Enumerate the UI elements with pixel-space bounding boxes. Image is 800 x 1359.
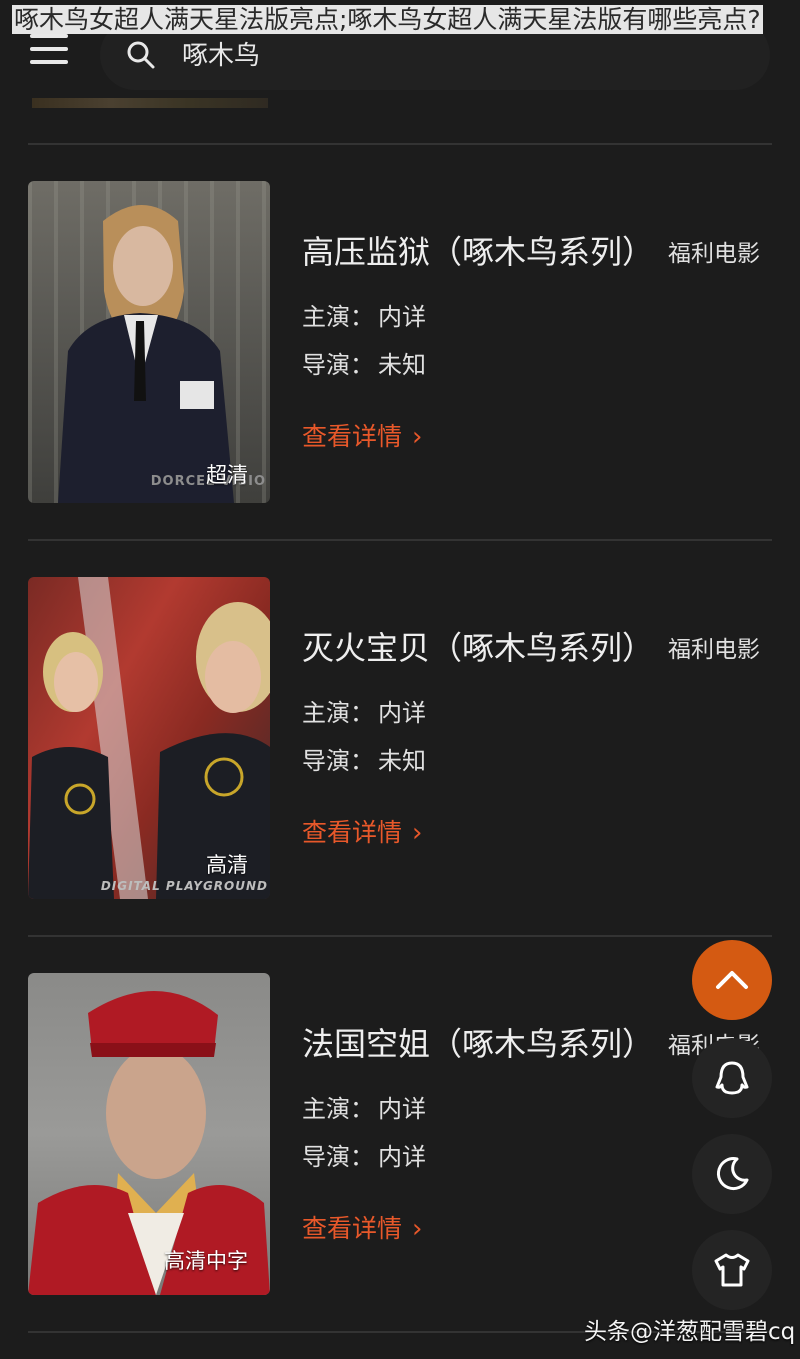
view-details-label: 查看详情 <box>302 818 403 847</box>
quality-badge: 超清 <box>206 463 248 487</box>
divider <box>28 143 772 145</box>
chevron-right-icon: › <box>412 818 423 848</box>
chevron-right-icon: › <box>412 1214 423 1244</box>
view-details-link[interactable]: 查看详情 › <box>302 1209 422 1245</box>
view-details-link[interactable]: 查看详情 › <box>302 813 422 849</box>
item-thumbnail[interactable]: DIGITAL PLAYGROUND 高清 <box>28 577 270 899</box>
director-value: 内详 <box>378 1143 426 1171</box>
cast-value: 内详 <box>378 699 426 727</box>
item-title[interactable]: 法国空姐（啄木鸟系列） <box>302 1019 657 1065</box>
thumb-watermark: DIGITAL PLAYGROUND <box>100 879 268 893</box>
view-details-link[interactable]: 查看详情 › <box>302 417 422 453</box>
menu-icon[interactable] <box>30 34 68 70</box>
item-title[interactable]: 灭火宝贝（啄木鸟系列） <box>302 623 657 669</box>
director-line: 导演： 未知 <box>302 345 426 380</box>
theme-button[interactable] <box>692 1230 772 1310</box>
divider <box>28 539 772 541</box>
qq-icon <box>715 1061 749 1095</box>
item-thumbnail[interactable]: DORCEL VISIO 超清 <box>28 181 270 503</box>
tshirt-icon <box>714 1253 750 1287</box>
view-details-label: 查看详情 <box>302 422 403 451</box>
woman-figure <box>58 205 234 503</box>
director-value: 未知 <box>378 351 426 379</box>
list-item[interactable]: 高清中字 法国空姐（啄木鸟系列） 福利电影 主演：内详 导演：内详 查看详情› <box>0 973 800 1303</box>
director-label: 导演： <box>302 351 374 379</box>
director-line: 导演： 内详 <box>302 1137 426 1172</box>
cast-value: 内详 <box>378 1095 426 1123</box>
director-value: 未知 <box>378 747 426 775</box>
search-icon[interactable] <box>126 40 156 70</box>
director-label: 导演： <box>302 747 374 775</box>
title-overlay-text: 啄木鸟女超人满天星法版亮点;啄木鸟女超人满天星法版有哪些亮点? <box>12 5 763 34</box>
cast-line: 主演： 内详 <box>302 1089 426 1124</box>
cast-label: 主演： <box>302 699 374 727</box>
cast-line: 主演： 内详 <box>302 297 426 332</box>
search-input[interactable] <box>180 34 508 78</box>
cast-label: 主演： <box>302 1095 374 1123</box>
list-item[interactable]: DIGITAL PLAYGROUND 高清 灭火宝贝（啄木鸟系列） 福利电影 主… <box>0 577 800 907</box>
view-details-label: 查看详情 <box>302 1214 403 1243</box>
cast-value: 内详 <box>378 303 426 331</box>
cast-label: 主演： <box>302 303 374 331</box>
dark-mode-button[interactable] <box>692 1134 772 1214</box>
item-thumbnail[interactable]: 高清中字 <box>28 973 270 1295</box>
quality-badge: 高清中字 <box>164 1249 248 1273</box>
chevron-right-icon: › <box>412 422 423 452</box>
cast-line: 主演： 内详 <box>302 693 426 728</box>
list-item[interactable]: DORCEL VISIO 超清 高压监狱（啄木鸟系列） 福利电影 主演： 内详 导… <box>0 181 800 511</box>
item-category: 福利电影 <box>668 241 760 267</box>
moon-icon <box>717 1157 749 1191</box>
director-line: 导演： 未知 <box>302 741 426 776</box>
quality-badge: 高清 <box>206 853 248 877</box>
previous-item-thumbnail[interactable] <box>32 98 268 108</box>
source-watermark: 头条@洋葱配雪碧cq <box>584 1319 796 1345</box>
qq-button[interactable] <box>692 1038 772 1118</box>
item-category: 福利电影 <box>668 637 760 663</box>
divider <box>28 935 772 937</box>
director-label: 导演： <box>302 1143 374 1171</box>
item-title[interactable]: 高压监狱（啄木鸟系列） <box>302 227 657 273</box>
chevron-up-icon <box>716 971 748 989</box>
title-overlay: 啄木鸟女超人满天星法版亮点;啄木鸟女超人满天星法版有哪些亮点? <box>12 2 788 38</box>
scroll-top-button[interactable] <box>692 940 772 1020</box>
